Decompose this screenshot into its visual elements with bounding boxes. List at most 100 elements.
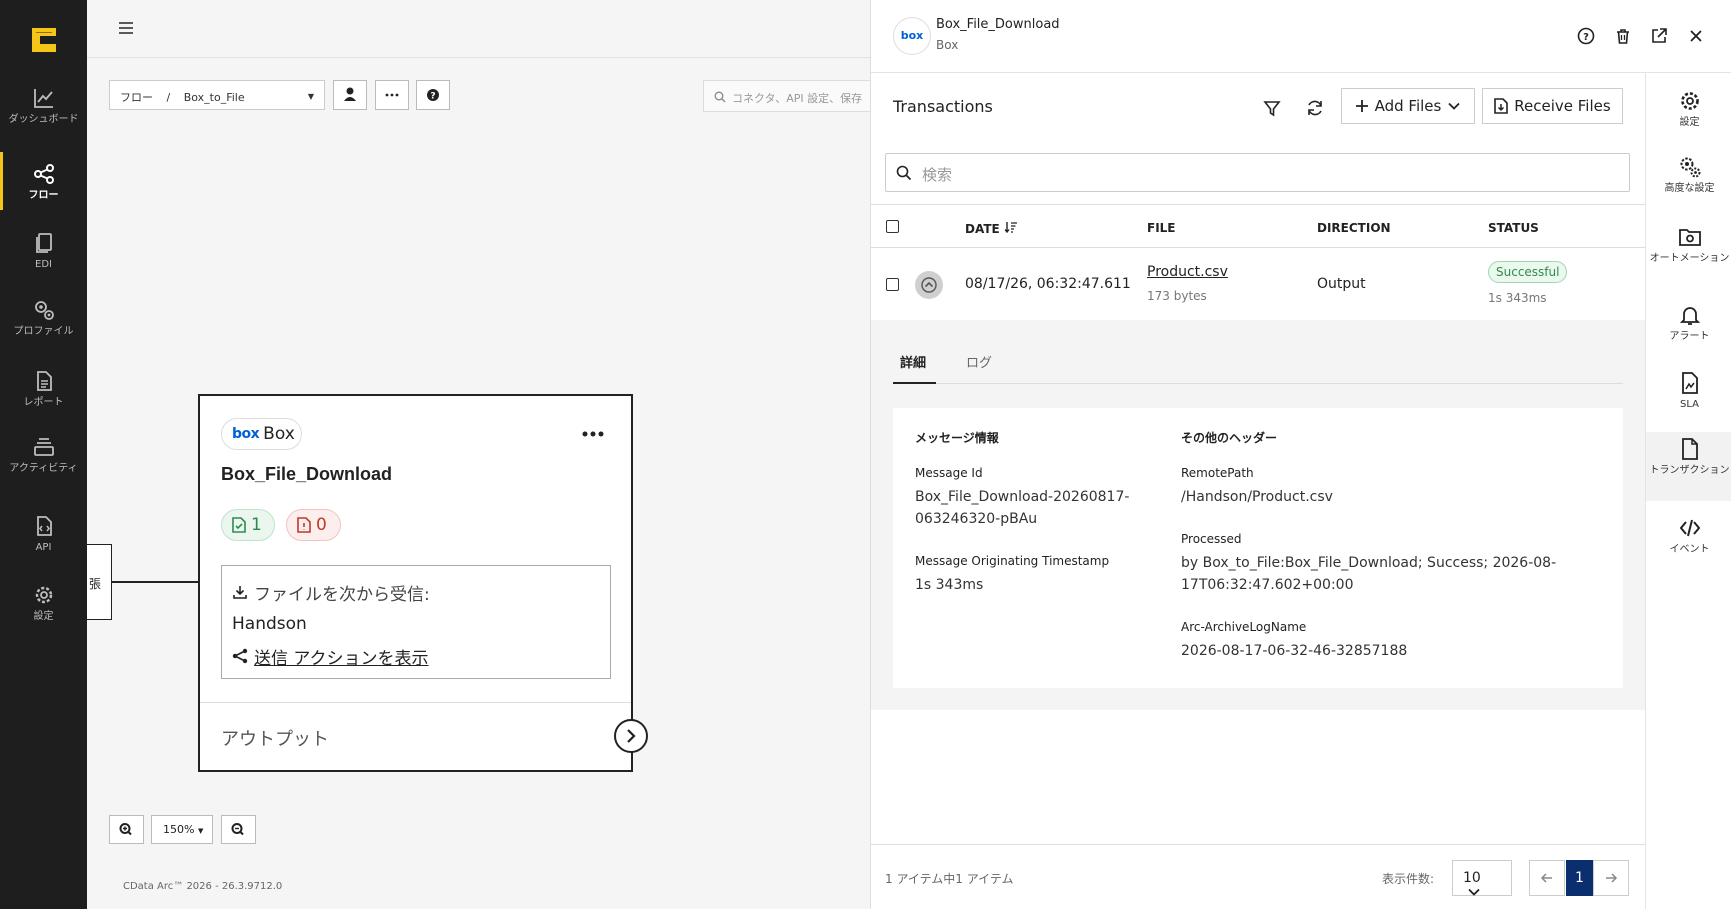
box-logo-icon: box	[893, 17, 931, 55]
row-direction: Output	[1317, 276, 1366, 292]
nav-item-flow[interactable]: フロー	[0, 152, 87, 210]
user-button[interactable]	[333, 80, 367, 110]
error-count: 0	[316, 515, 327, 535]
transactions-view: Transactions Add Files Receive Files 検索 …	[871, 73, 1645, 909]
send-action-link[interactable]: 送信 アクションを表示	[254, 644, 429, 669]
row-file-link[interactable]: Product.csv	[1147, 264, 1228, 280]
column-status[interactable]: STATUS	[1488, 221, 1539, 235]
active-tab-indicator	[893, 382, 936, 384]
rail-item-settings[interactable]: 設定	[1646, 89, 1731, 128]
nav-label: プロファイル	[13, 326, 74, 337]
nav-label: レポート	[23, 397, 64, 408]
help-icon[interactable]: ?	[1576, 26, 1596, 46]
select-all-checkbox[interactable]	[886, 220, 899, 233]
column-direction[interactable]: DIRECTION	[1317, 221, 1391, 235]
nav-item-report[interactable]: レポート	[0, 369, 87, 408]
tab-log[interactable]: ログ	[966, 352, 992, 371]
table-row[interactable]: 08/17/26, 06:32:47.611 Product.csv 173 b…	[871, 249, 1645, 320]
version-footer: CData Arc™ 2026 - 26.3.9712.0	[123, 881, 283, 892]
rail-item-transactions[interactable]: トランザクション	[1646, 432, 1731, 501]
receive-files-button[interactable]: Receive Files	[1482, 88, 1623, 124]
upstream-node-stub[interactable]: 張	[87, 544, 112, 620]
more-button[interactable]	[375, 80, 409, 110]
rail-label: イベント	[1669, 544, 1710, 555]
error-count-badge[interactable]: 0	[286, 509, 341, 541]
nav-label: フロー	[28, 190, 59, 201]
send-action-row[interactable]: 送信 アクションを表示	[232, 640, 600, 672]
breadcrumb-root[interactable]: フロー	[120, 91, 153, 104]
prev-page-button[interactable]	[1529, 860, 1565, 896]
filter-icon[interactable]	[1261, 97, 1283, 119]
api-file-icon	[36, 516, 52, 536]
breadcrumb-separator: /	[166, 91, 171, 104]
rail-label: トランザクション	[1649, 465, 1730, 476]
rail-item-events[interactable]: イベント	[1646, 516, 1731, 555]
row-date: 08/17/26, 06:32:47.611	[965, 276, 1131, 292]
rail-label: オートメーション	[1649, 253, 1730, 264]
chevron-down-icon	[1448, 102, 1460, 110]
column-date[interactable]: DATE	[965, 221, 1018, 236]
chevron-down-icon	[1468, 888, 1480, 896]
row-checkbox[interactable]	[886, 278, 899, 291]
nav-item-edi[interactable]: EDI	[0, 231, 87, 270]
report-icon	[36, 371, 52, 391]
other-headers-heading: その他のヘッダー	[1181, 431, 1278, 445]
nav-item-dashboard[interactable]: ダッシュボード	[0, 86, 87, 125]
collapse-row-button[interactable]	[915, 271, 943, 299]
chevron-up-icon	[921, 277, 937, 293]
external-link-icon[interactable]	[1649, 26, 1669, 46]
search-icon	[714, 91, 726, 103]
zoom-in-button[interactable]	[109, 815, 144, 844]
add-files-label: Add Files	[1374, 97, 1442, 115]
next-page-button[interactable]	[1593, 860, 1629, 896]
close-icon[interactable]	[1686, 26, 1706, 46]
transaction-search-input[interactable]: 検索	[885, 153, 1630, 192]
refresh-icon[interactable]	[1304, 97, 1326, 119]
hamburger-icon[interactable]	[117, 19, 135, 37]
file-download-icon	[1494, 98, 1509, 114]
tab-details[interactable]: 詳細	[900, 352, 926, 371]
add-files-button[interactable]: Add Files	[1341, 88, 1475, 124]
rail-item-automation[interactable]: オートメーション	[1646, 225, 1731, 264]
nav-item-activity[interactable]: アクティビティ	[0, 435, 87, 474]
component-search-input[interactable]: コネクタ、API 設定、保存	[703, 80, 870, 112]
sla-doc-icon	[1681, 372, 1698, 394]
column-file[interactable]: FILE	[1147, 221, 1176, 235]
zoom-level-select[interactable]: 150% ▼	[151, 815, 213, 844]
flow-connector	[112, 581, 200, 583]
help-button[interactable]: ?	[416, 80, 450, 110]
nav-item-profile[interactable]: プロファイル	[0, 298, 87, 337]
flow-canvas[interactable]: フロー / Box_to_File ▼ ? コネクタ、API 設定、保存 張 b…	[87, 0, 870, 909]
connector-type-chip: box Box	[221, 418, 302, 450]
cdata-logo[interactable]	[30, 26, 58, 54]
box-logo-icon: box	[232, 426, 260, 442]
processed-line2: 17T06:32:47.602+00:00	[1181, 577, 1354, 593]
success-count-badge[interactable]: 1	[221, 509, 275, 541]
connector-node[interactable]: box Box Box_File_Download 1 0 ファイルを次から受信…	[198, 394, 633, 772]
receive-source-value: Handson	[232, 614, 307, 634]
remote-path-label: RemotePath	[1181, 466, 1254, 480]
more-icon	[385, 93, 399, 97]
rail-item-alerts[interactable]: アラート	[1646, 303, 1731, 342]
nav-label: アクティビティ	[9, 463, 78, 474]
node-info-box: ファイルを次から受信: Handson 送信 アクションを表示	[221, 565, 611, 679]
message-id-label: Message Id	[915, 466, 983, 480]
document-icon	[1681, 438, 1698, 460]
timestamp-label: Message Originating Timestamp	[915, 554, 1110, 568]
gear-icon	[35, 586, 52, 604]
current-page-button[interactable]: 1	[1566, 860, 1593, 896]
breadcrumb[interactable]: フロー / Box_to_File ▼	[109, 80, 325, 110]
message-id-line2: 063246320-pBAu	[915, 511, 1038, 527]
nav-label: 設定	[33, 611, 54, 622]
output-arrow-button[interactable]	[614, 719, 648, 753]
node-more-button[interactable]	[581, 424, 605, 443]
zoom-out-button[interactable]	[221, 815, 256, 844]
rail-item-sla[interactable]: SLA	[1646, 371, 1731, 410]
processed-line1: by Box_to_File:Box_File_Download; Succes…	[1181, 555, 1557, 571]
connector-type-label: Box	[263, 424, 295, 444]
nav-item-api[interactable]: API	[0, 514, 87, 553]
trash-icon[interactable]	[1613, 26, 1633, 46]
rail-item-advanced[interactable]: 高度な設定	[1646, 155, 1731, 194]
nav-item-settings[interactable]: 設定	[0, 583, 87, 622]
per-page-select[interactable]: 10	[1452, 860, 1512, 896]
